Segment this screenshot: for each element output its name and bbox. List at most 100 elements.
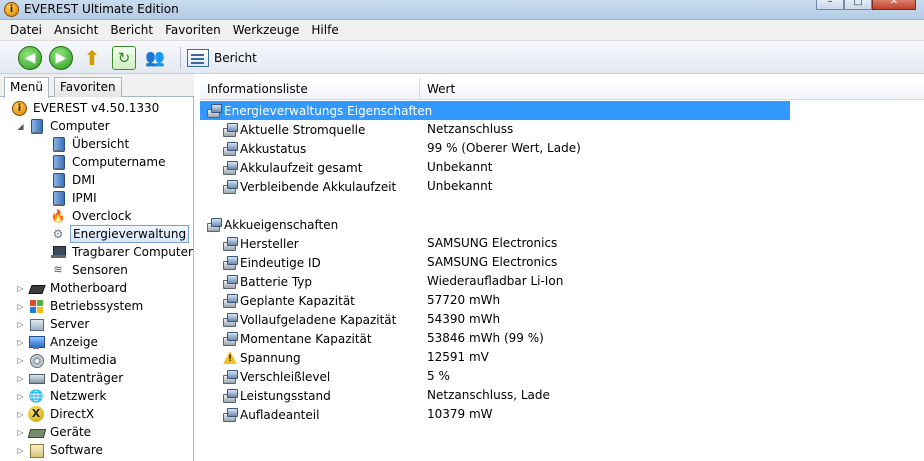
tree-expand-icon[interactable]: ▷ <box>16 302 25 311</box>
list-item[interactable]: Hersteller SAMSUNG Electronics <box>200 234 924 253</box>
panel-tabs: Menü Favoriten <box>0 74 194 98</box>
software-icon <box>28 442 44 458</box>
tree-item-directx[interactable]: ▷ X DirectX <box>16 405 96 423</box>
list-item[interactable]: Akkulaufzeit gesamt Unbekannt <box>200 158 924 177</box>
column-header-value[interactable]: Wert <box>420 78 790 100</box>
menu-bericht[interactable]: Bericht <box>104 20 159 40</box>
menu-werkzeuge[interactable]: Werkzeuge <box>227 20 306 40</box>
everest-info-icon: i <box>12 100 27 116</box>
folder-up-icon[interactable]: ⬆ <box>80 46 104 70</box>
menu-datei[interactable]: Datei <box>4 20 48 40</box>
tree-item-dmi[interactable]: DMI <box>50 171 97 189</box>
speaker-icon <box>28 352 44 368</box>
computer-icon <box>50 172 66 188</box>
tree-item-netzwerk[interactable]: ▷ 🌐 Netzwerk <box>16 387 108 405</box>
list-group-header[interactable]: Energieverwaltungs Eigenschaften <box>200 101 790 120</box>
tree-item-ipmi[interactable]: IPMI <box>50 189 99 207</box>
everest-info-icon: i <box>4 2 19 17</box>
tree-expand-icon[interactable]: ▷ <box>16 338 25 347</box>
forward-arrow-icon[interactable]: ▶ <box>49 46 73 70</box>
list-item[interactable]: Aufladeanteil 10379 mW <box>200 405 924 424</box>
back-arrow-icon[interactable]: ◀ <box>18 46 42 70</box>
tree-item-root[interactable]: i EVEREST v4.50.1330 <box>12 99 161 117</box>
list-group-header[interactable]: Akkueigenschaften <box>200 215 924 234</box>
battery-icon <box>222 388 238 404</box>
network-globe-icon: 🌐 <box>28 389 44 403</box>
tree-item-datentraeger[interactable]: ▷ Datenträger <box>16 369 125 387</box>
menu-hilfe[interactable]: Hilfe <box>305 20 344 40</box>
menu-bar: Datei Ansicht Bericht Favoriten Werkzeug… <box>0 20 924 41</box>
computer-icon <box>50 154 66 170</box>
tree-item-energieverwaltung[interactable]: ⚙ Energieverwaltung <box>50 225 190 243</box>
report-icon <box>187 49 209 67</box>
tree-item-computername[interactable]: Computername <box>50 153 167 171</box>
tree-item-betriebssystem[interactable]: ▷ Betriebssystem <box>16 297 145 315</box>
list-item[interactable]: Geplante Kapazität 57720 mWh <box>200 291 924 310</box>
tab-menu[interactable]: Menü <box>4 77 49 98</box>
list-item[interactable]: Verbleibende Akkulaufzeit Unbekannt <box>200 177 924 196</box>
list-item[interactable]: Aktuelle Stromquelle Netzanschluss <box>200 120 924 139</box>
close-button[interactable]: ✕ <box>872 0 916 10</box>
battery-icon <box>222 293 238 309</box>
tree-item-multimedia[interactable]: ▷ Multimedia <box>16 351 119 369</box>
minimize-button[interactable]: – <box>816 0 844 10</box>
maximize-button[interactable]: □ <box>844 0 872 10</box>
tree-expand-icon[interactable]: ▷ <box>16 392 25 401</box>
list-item[interactable]: Vollaufgeladene Kapazität 54390 mWh <box>200 310 924 329</box>
battery-icon <box>222 274 238 290</box>
tree-item-sensoren[interactable]: ≋ Sensoren <box>50 261 130 279</box>
battery-icon <box>222 369 238 385</box>
users-icon[interactable]: 👥 <box>143 46 167 70</box>
tree-item-server[interactable]: ▷ Server <box>16 315 91 333</box>
directx-icon: X <box>28 406 44 422</box>
column-header-name[interactable]: Informationsliste <box>200 78 420 100</box>
tree-item-uebersicht[interactable]: Übersicht <box>50 135 131 153</box>
laptop-icon <box>50 244 66 260</box>
list-item[interactable]: Batterie Typ Wiederaufladbar Li-Ion <box>200 272 924 291</box>
battery-icon <box>222 236 238 252</box>
navigation-panel: Menü Favoriten i EVEREST v4.50.1330 ◢ Co… <box>0 74 194 461</box>
devices-icon <box>28 424 44 440</box>
report-button[interactable]: Bericht <box>187 47 257 69</box>
list-item[interactable]: Verschleißlevel 5 % <box>200 367 924 386</box>
tree-expand-icon[interactable]: ▷ <box>16 356 25 365</box>
computer-icon <box>50 136 66 152</box>
tab-favorites[interactable]: Favoriten <box>54 77 122 97</box>
sensor-icon: ≋ <box>53 263 63 276</box>
details-panel: Informationsliste Wert Energieverwaltung… <box>200 78 924 461</box>
tree-expand-icon[interactable]: ▷ <box>16 284 25 293</box>
tree-expand-icon[interactable]: ▷ <box>16 374 25 383</box>
tree-item-motherboard[interactable]: ▷ Motherboard <box>16 279 129 297</box>
menu-ansicht[interactable]: Ansicht <box>48 20 104 40</box>
list-item[interactable]: Akkustatus 99 % (Oberer Wert, Lade) <box>200 139 924 158</box>
tree-item-anzeige[interactable]: ▷ Anzeige <box>16 333 100 351</box>
server-icon <box>28 316 44 332</box>
list-item[interactable]: Spannung 12591 mV <box>200 348 924 367</box>
tree-expand-icon[interactable]: ▷ <box>16 410 25 419</box>
tree-item-computer[interactable]: ◢ Computer <box>16 117 112 135</box>
list-column-header: Informationsliste Wert <box>200 78 924 100</box>
windows-logo-icon <box>28 298 44 314</box>
refresh-icon[interactable]: ↻ <box>112 46 136 70</box>
window-controls: – □ ✕ <box>816 0 916 10</box>
tree-expand-icon[interactable]: ▷ <box>16 446 25 455</box>
tree-item-software[interactable]: ▷ Software <box>16 441 105 459</box>
tree-item-tragbarer-computer[interactable]: Tragbarer Computer <box>50 243 193 261</box>
tree-expand-icon[interactable]: ▷ <box>16 428 25 437</box>
computer-icon <box>50 190 66 206</box>
report-button-label: Bericht <box>214 51 257 65</box>
battery-icon <box>222 160 238 176</box>
list-item[interactable]: Leistungsstand Netzanschluss, Lade <box>200 386 924 405</box>
list-item[interactable]: Momentane Kapazität 53846 mWh (99 %) <box>200 329 924 348</box>
list-item[interactable]: Eindeutige ID SAMSUNG Electronics <box>200 253 924 272</box>
tree-collapse-icon[interactable]: ◢ <box>16 122 25 131</box>
info-list: Energieverwaltungs Eigenschaften Aktuell… <box>200 100 924 461</box>
menu-favoriten[interactable]: Favoriten <box>159 20 227 40</box>
tree-item-overclock[interactable]: 🔥 Overclock <box>50 207 133 225</box>
tree-expand-icon[interactable]: ▷ <box>16 320 25 329</box>
title-bar: i EVEREST Ultimate Edition – □ ✕ <box>0 0 924 20</box>
battery-icon <box>222 407 238 423</box>
hard-drive-icon <box>28 370 45 386</box>
tree-item-geraete[interactable]: ▷ Geräte <box>16 423 93 441</box>
computer-icon <box>28 118 44 134</box>
